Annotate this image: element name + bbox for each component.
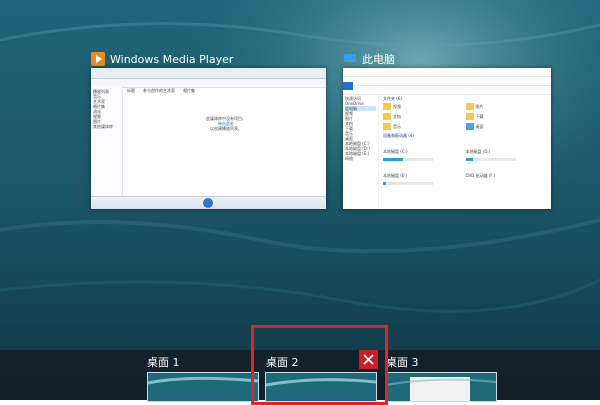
- drive-label: 本地磁盘 (E:): [383, 173, 408, 178]
- folder-icon: [383, 123, 391, 130]
- folder-icon: [465, 103, 474, 110]
- folder-label: 视频: [393, 104, 401, 109]
- folder-item: 下载: [465, 113, 549, 120]
- wmp-column-header: 参与创作的艺术家: [143, 88, 175, 93]
- window-title-text: 此电脑: [362, 53, 395, 66]
- drive-label: DVD 驱动器 (F:): [465, 173, 496, 178]
- desktop-label-3[interactable]: 桌面 3: [386, 354, 419, 370]
- wmp-nav-item: 其他媒体库: [93, 124, 113, 129]
- window-thumbnail-this-pc[interactable]: 快速访问 OneDrive 此电脑 视频 图片 文档 下载 音乐 桌面 本地磁盘…: [343, 68, 551, 209]
- drive-item: 本地磁盘 (E:): [383, 164, 466, 185]
- drive-item: DVD 驱动器 (F:): [466, 164, 549, 185]
- folder-label: 桌面: [475, 124, 484, 129]
- folder-label: 音乐: [393, 124, 401, 129]
- window-title-media-player[interactable]: Windows Media Player: [91, 51, 233, 67]
- folder-icon: [465, 123, 474, 130]
- wmp-empty-message: 以创建播放列表。: [210, 126, 242, 131]
- folder-item: 视频: [383, 103, 466, 110]
- computer-icon: [343, 52, 357, 66]
- window-title-this-pc[interactable]: 此电脑: [343, 51, 395, 67]
- folder-item: 文档: [383, 113, 466, 120]
- media-player-icon: [91, 52, 105, 66]
- folder-label: 文档: [393, 114, 401, 119]
- window-thumbnail-media-player[interactable]: 播放列表 音乐 艺术家 唱片集 流派 视频 图片 其他媒体库 标题 参与创作的艺…: [91, 68, 326, 209]
- folder-label: 下载: [475, 114, 484, 119]
- highlight-box: [251, 325, 388, 405]
- folder-label: 图片: [475, 104, 484, 109]
- wmp-column-header: 标题: [127, 88, 135, 93]
- drive-item: 本地磁盘 (D:): [465, 140, 549, 161]
- drive-label: 本地磁盘 (D:): [465, 149, 491, 154]
- desktop-thumbnail-1[interactable]: [147, 372, 259, 402]
- window-title-text: Windows Media Player: [110, 52, 234, 66]
- folder-icon: [465, 113, 474, 120]
- explorer-nav-item: 网络: [345, 156, 353, 161]
- drives-section-header: 设备和驱动器 (4): [383, 133, 414, 138]
- folder-icon: [383, 103, 391, 110]
- folder-item: 音乐: [383, 123, 466, 130]
- folders-section-header: 文件夹 (6): [383, 96, 402, 101]
- play-button-icon: [203, 198, 213, 208]
- desktop-label-1[interactable]: 桌面 1: [147, 354, 180, 370]
- drive-label: 本地磁盘 (C:): [383, 149, 408, 154]
- folder-item: 桌面: [465, 123, 549, 130]
- desktop-thumbnail-3[interactable]: [385, 372, 497, 402]
- folder-item: 图片: [465, 103, 549, 110]
- drive-item: 本地磁盘 (C:): [383, 140, 466, 161]
- folder-icon: [383, 113, 391, 120]
- wmp-column-header: 唱片集: [183, 88, 195, 93]
